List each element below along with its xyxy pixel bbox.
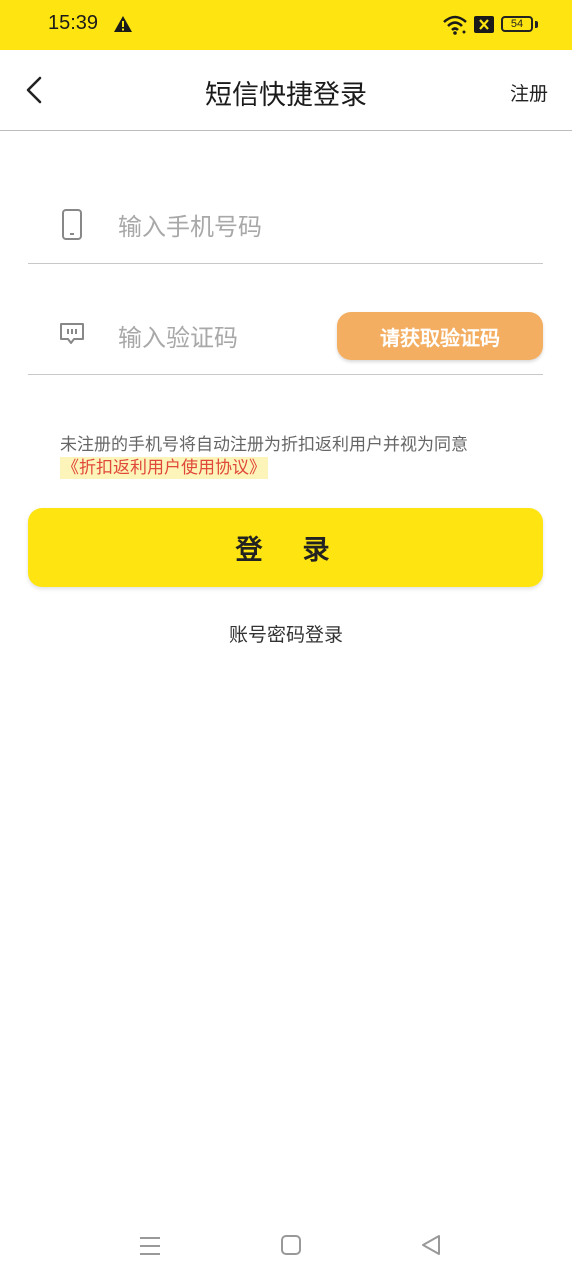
code-row: 请获取验证码	[28, 282, 543, 375]
agreement-text: 未注册的手机号将自动注册为折扣返利用户并视为同意	[60, 435, 468, 455]
get-code-button[interactable]: 请获取验证码	[337, 312, 543, 360]
navigation-bar	[0, 1210, 572, 1280]
battery-level: 54	[510, 18, 524, 30]
warning-icon	[114, 16, 132, 32]
phone-input[interactable]	[116, 206, 350, 248]
header: 短信快捷登录 注册	[0, 50, 572, 131]
wifi-icon	[443, 15, 467, 35]
sim-off-icon	[474, 16, 494, 33]
login-button[interactable]: 登录	[28, 508, 543, 587]
register-link[interactable]: 注册	[510, 79, 548, 106]
battery-cap	[535, 21, 538, 28]
home-square-icon[interactable]	[280, 1234, 302, 1256]
status-time: 15:39	[48, 12, 99, 34]
phone-icon	[62, 209, 82, 240]
menu-icon[interactable]	[138, 1234, 162, 1258]
status-bar: 15:39 54	[0, 0, 572, 50]
back-triangle-icon[interactable]	[420, 1234, 442, 1256]
battery-icon: 54	[501, 16, 533, 32]
message-icon	[60, 323, 84, 344]
password-login-link[interactable]: 账号密码登录	[0, 620, 572, 647]
agreement-link[interactable]: 《折扣返利用户使用协议》	[60, 457, 268, 479]
page-title: 短信快捷登录	[205, 80, 367, 111]
code-input[interactable]	[116, 317, 350, 359]
phone-row	[28, 170, 543, 264]
